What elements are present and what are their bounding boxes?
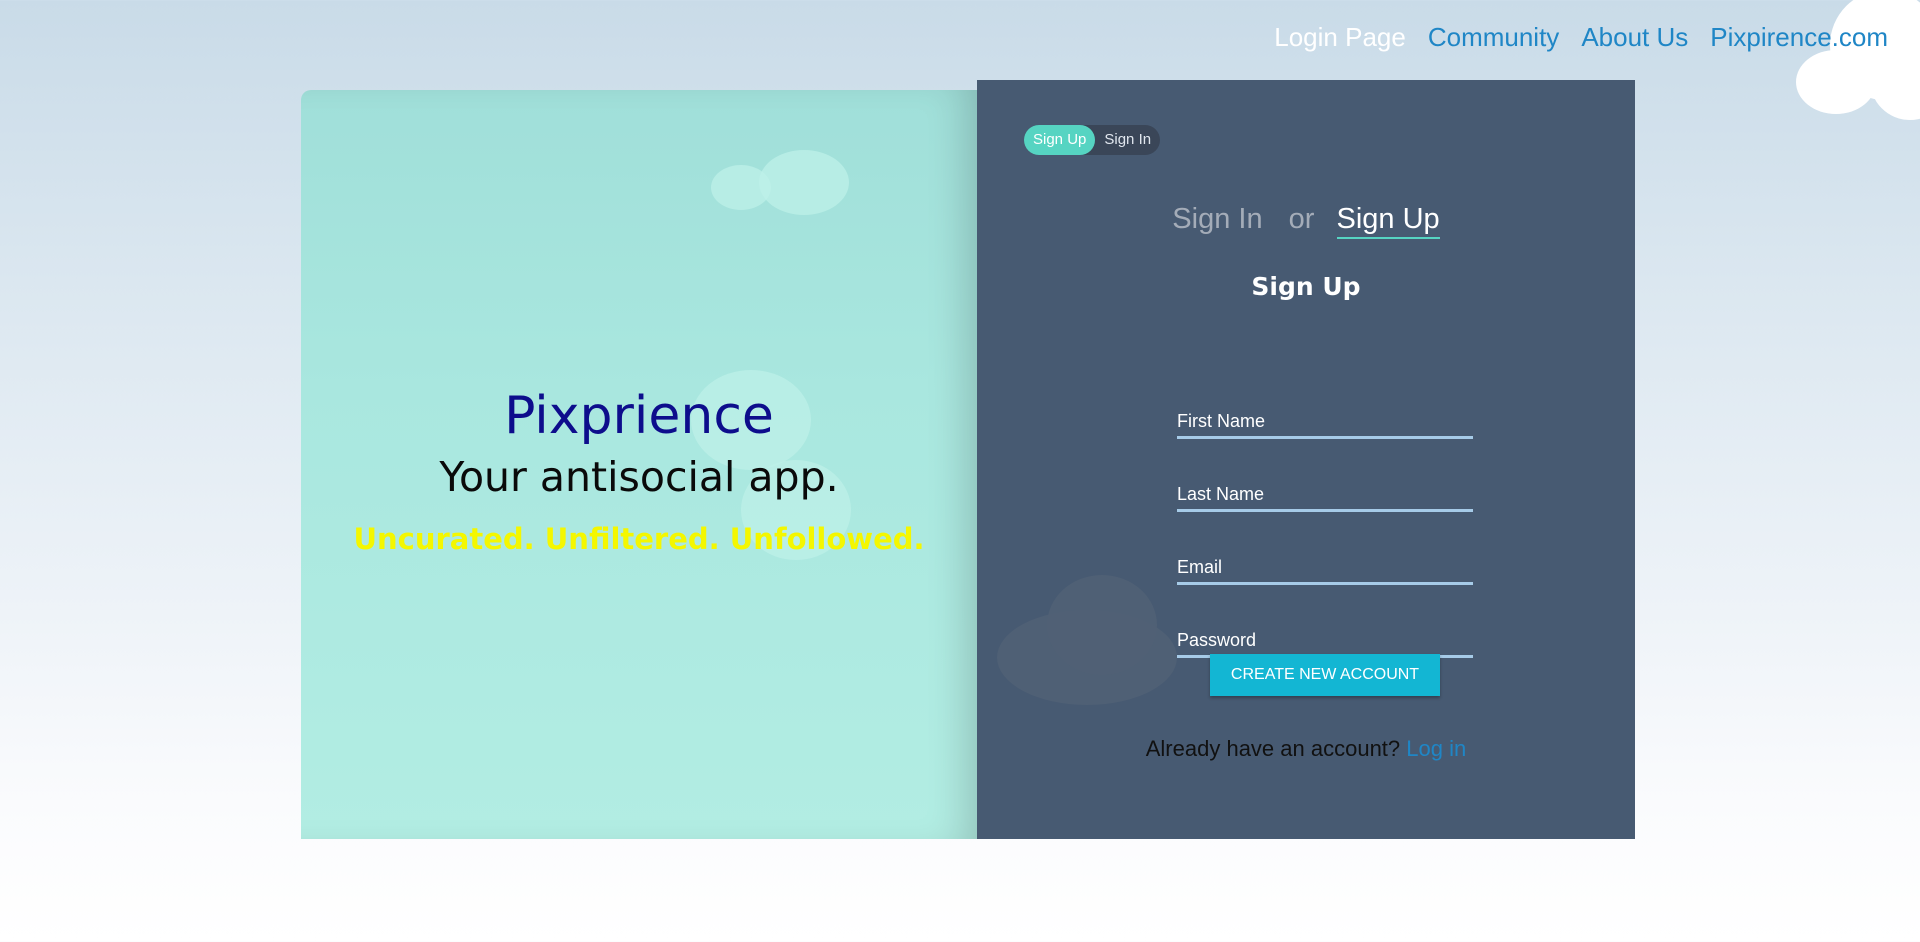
hero-cloud-decoration [759, 150, 849, 215]
auth-mode-toggle: Sign Up Sign In [1024, 125, 1161, 155]
login-prompt-text: Already have an account? [1145, 736, 1401, 761]
signup-form-panel: Sign Up Sign In Sign In or Sign Up Sign … [977, 80, 1635, 839]
toggle-signup-button[interactable]: Sign Up [1024, 125, 1096, 155]
form-title: Sign Up [1251, 272, 1361, 301]
brand-title: Pixprience [504, 386, 774, 446]
create-account-button[interactable]: CREATE NEW ACCOUNT [1210, 654, 1440, 696]
nav-about-us[interactable]: About Us [1581, 22, 1688, 53]
email-field[interactable] [1177, 552, 1473, 585]
toggle-signin-button[interactable]: Sign In [1095, 125, 1160, 155]
corner-cloud-decoration [1740, 0, 1920, 130]
nav-pixpirence-home[interactable]: Pixpirence.com [1710, 22, 1888, 53]
login-link[interactable]: Log in [1406, 736, 1466, 761]
signin-link[interactable]: Sign In [1172, 203, 1262, 236]
tagline: Your antisocial app. [439, 453, 839, 501]
login-prompt: Already have an account? Log in [977, 736, 1635, 762]
or-separator: or [1288, 203, 1315, 235]
hero-cloud-decoration [711, 165, 771, 210]
signup-link[interactable]: Sign Up [1336, 203, 1440, 239]
last-name-field[interactable] [1177, 479, 1473, 512]
mode-switch: Sign In or Sign Up [977, 203, 1635, 239]
hero-text: Pixprience Your antisocial app. Uncurate… [301, 385, 977, 588]
first-name-field[interactable] [1177, 406, 1473, 439]
slogan: Uncurated. Unfiltered. Unfollowed. [353, 522, 925, 556]
nav-login-page[interactable]: Login Page [1274, 22, 1406, 53]
top-nav: Login Page Community About Us Pixpirence… [1274, 22, 1888, 53]
form-cloud-decoration [1047, 575, 1157, 675]
hero-panel: Pixprience Your antisocial app. Uncurate… [301, 90, 977, 839]
nav-community[interactable]: Community [1428, 22, 1559, 53]
